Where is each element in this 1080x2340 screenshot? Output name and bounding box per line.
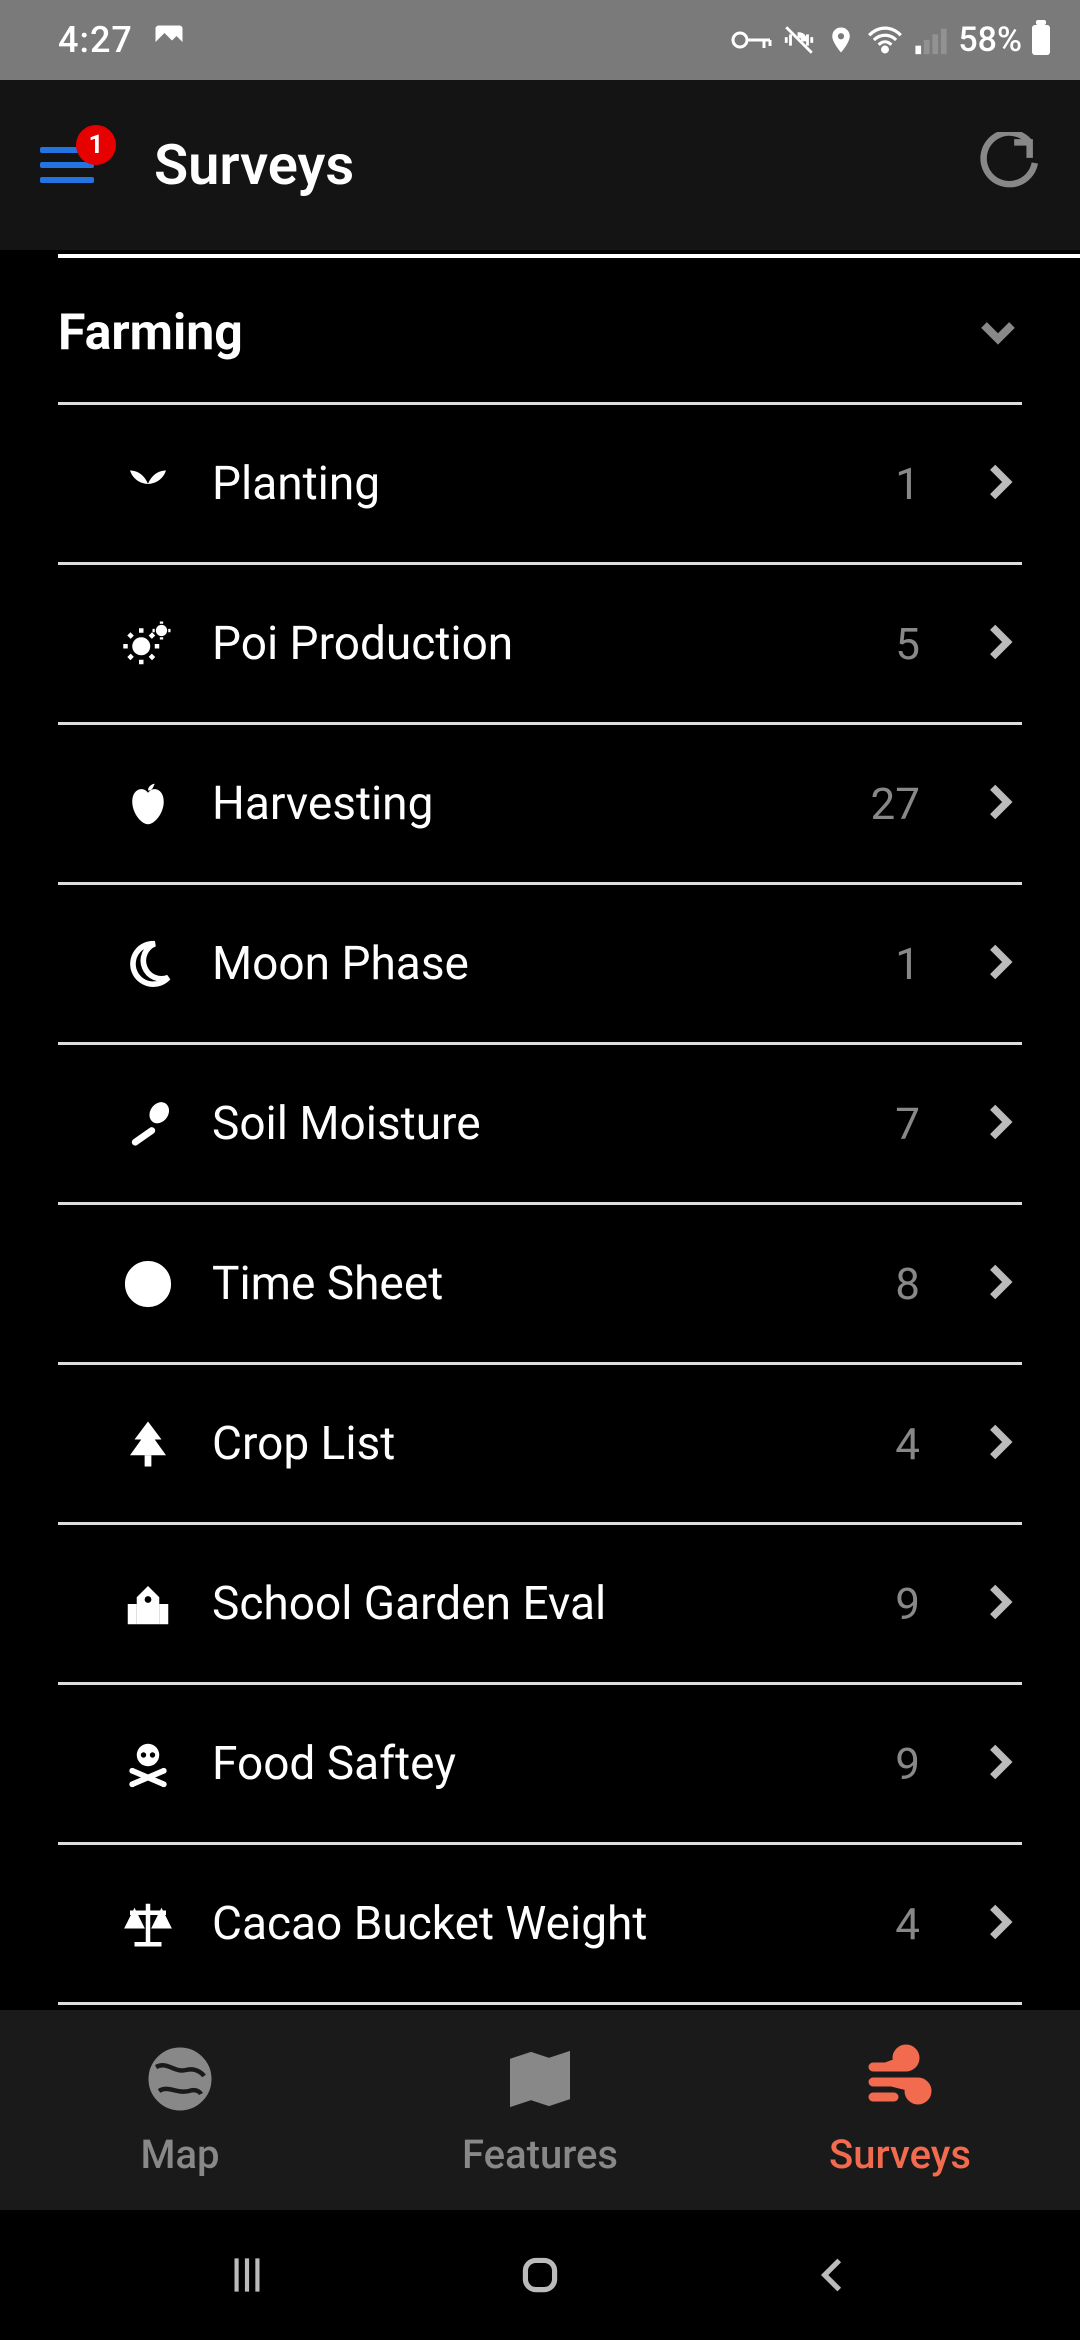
vibrate-icon <box>782 23 816 57</box>
map-icon <box>504 2043 576 2119</box>
menu-badge: 1 <box>76 125 116 165</box>
survey-list: Planting 1 Poi Production 5 Harvesting 2… <box>58 405 1022 2005</box>
survey-count: 8 <box>895 1258 920 1310</box>
survey-count: 1 <box>895 458 920 510</box>
wind-icon <box>864 2043 936 2119</box>
survey-row-moon-phase[interactable]: Moon Phase 1 <box>58 885 1022 1045</box>
chevron-right-icon <box>978 620 1022 668</box>
survey-label: Time Sheet <box>212 1257 861 1311</box>
spoon-icon <box>118 1094 178 1154</box>
nav-tab-map[interactable]: Map <box>0 2010 360 2210</box>
survey-count: 7 <box>895 1098 920 1150</box>
key-icon <box>730 26 772 54</box>
nav-label: Map <box>140 2131 219 2178</box>
home-button[interactable] <box>500 2235 580 2315</box>
chevron-right-icon <box>978 1900 1022 1948</box>
survey-count: 27 <box>871 778 920 830</box>
survey-row-planting[interactable]: Planting 1 <box>58 405 1022 565</box>
survey-count: 9 <box>895 1578 920 1630</box>
clock-icon <box>118 1254 178 1314</box>
survey-row-soil-moisture[interactable]: Soil Moisture 7 <box>58 1045 1022 1205</box>
chevron-right-icon <box>978 1740 1022 1788</box>
scale-icon <box>118 1894 178 1954</box>
school-icon <box>118 1574 178 1634</box>
chevron-down-icon <box>974 307 1022 359</box>
section-title: Farming <box>58 304 243 362</box>
chevron-right-icon <box>978 1580 1022 1628</box>
survey-count: 1 <box>895 938 920 990</box>
survey-label: Poi Production <box>212 617 861 671</box>
menu-icon[interactable]: 1 <box>40 147 94 183</box>
app-header: 1 Surveys <box>0 80 1080 250</box>
skull-icon <box>118 1734 178 1794</box>
survey-label: Food Saftey <box>212 1737 861 1791</box>
survey-row-food-safety[interactable]: Food Saftey 9 <box>58 1685 1022 1845</box>
section-header-farming[interactable]: Farming <box>58 258 1022 405</box>
survey-row-time-sheet[interactable]: Time Sheet 8 <box>58 1205 1022 1365</box>
survey-label: Moon Phase <box>212 937 861 991</box>
refresh-icon[interactable] <box>978 132 1040 198</box>
chevron-right-icon <box>978 460 1022 508</box>
survey-label: Soil Moisture <box>212 1097 861 1151</box>
battery-percent: 58% <box>958 20 1022 60</box>
survey-count: 5 <box>895 618 920 670</box>
survey-label: School Garden Eval <box>212 1577 861 1631</box>
wifi-icon <box>866 25 904 55</box>
survey-label: Harvesting <box>212 777 837 831</box>
survey-row-crop-list[interactable]: Crop List 4 <box>58 1365 1022 1525</box>
chevron-right-icon <box>978 1420 1022 1468</box>
picture-icon <box>151 18 187 63</box>
survey-row-cacao-weight[interactable]: Cacao Bucket Weight 4 <box>58 1845 1022 2005</box>
gears-icon <box>118 614 178 674</box>
survey-count: 4 <box>895 1898 920 1950</box>
back-button[interactable] <box>793 2235 873 2315</box>
nav-tab-surveys[interactable]: Surveys <box>720 2010 1080 2210</box>
chevron-right-icon <box>978 780 1022 828</box>
survey-count: 9 <box>895 1738 920 1790</box>
globe-icon <box>144 2043 216 2119</box>
apple-icon <box>118 774 178 834</box>
survey-row-school-garden[interactable]: School Garden Eval 9 <box>58 1525 1022 1685</box>
system-nav <box>0 2210 1080 2340</box>
recents-button[interactable] <box>207 2235 287 2315</box>
survey-label: Planting <box>212 457 861 511</box>
nav-label: Surveys <box>829 2131 971 2178</box>
survey-label: Crop List <box>212 1417 861 1471</box>
bottom-nav: Map Features Surveys <box>0 2010 1080 2210</box>
survey-count: 4 <box>895 1418 920 1470</box>
survey-label: Cacao Bucket Weight <box>212 1897 861 1951</box>
tree-icon <box>118 1414 178 1474</box>
page-title: Surveys <box>154 132 918 198</box>
nav-label: Features <box>462 2131 618 2178</box>
survey-row-harvesting[interactable]: Harvesting 27 <box>58 725 1022 885</box>
status-time: 4:27 <box>58 19 133 61</box>
chevron-right-icon <box>978 1260 1022 1308</box>
sprout-icon <box>118 454 178 514</box>
moon-icon <box>118 934 178 994</box>
nav-tab-features[interactable]: Features <box>360 2010 720 2210</box>
signal-icon <box>914 25 948 55</box>
chevron-right-icon <box>978 940 1022 988</box>
chevron-right-icon <box>978 1100 1022 1148</box>
status-bar: 4:27 58% <box>0 0 1080 80</box>
battery-icon <box>1032 25 1050 55</box>
location-icon <box>826 23 856 57</box>
survey-row-poi-production[interactable]: Poi Production 5 <box>58 565 1022 725</box>
